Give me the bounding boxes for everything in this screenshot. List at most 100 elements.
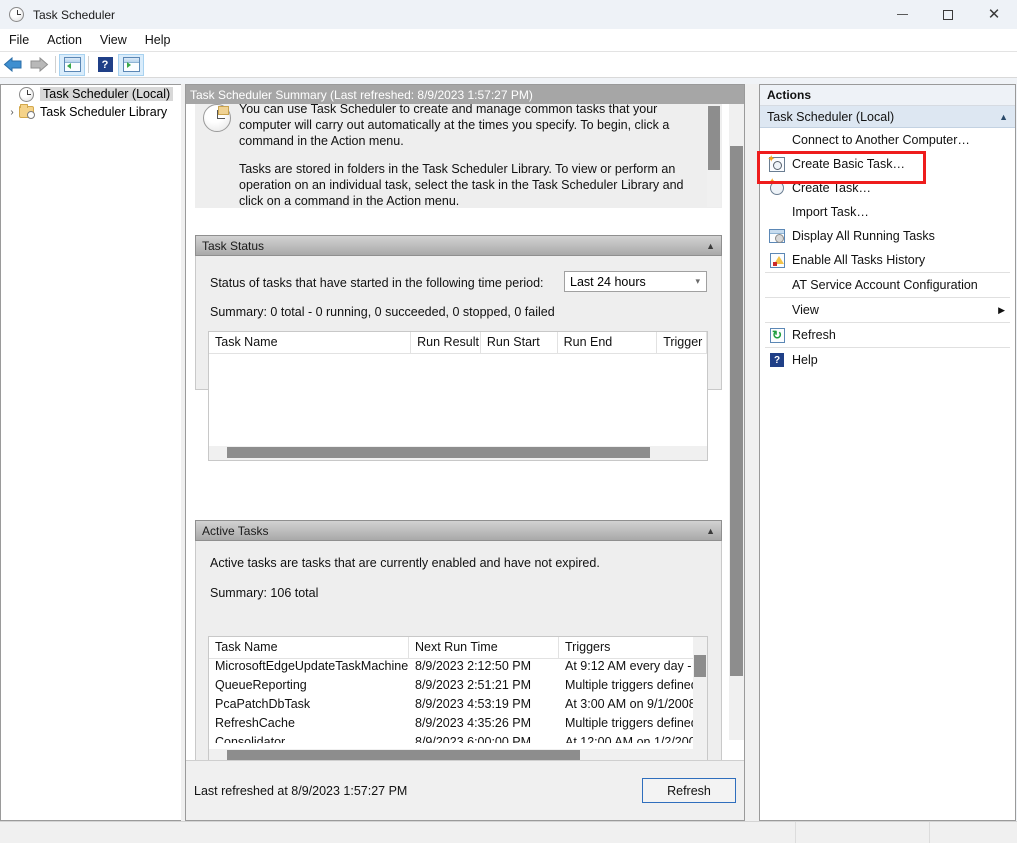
- active-tasks-title: Active Tasks: [202, 523, 269, 538]
- action-import-task[interactable]: Import Task…: [760, 200, 1015, 224]
- action-connect-to-another-computer[interactable]: Connect to Another Computer…: [760, 128, 1015, 152]
- clock-with-flag-icon: [195, 104, 239, 208]
- folder-clock-icon: [19, 104, 36, 119]
- action-label: Connect to Another Computer…: [792, 133, 970, 147]
- task-status-hscrollbar[interactable]: [209, 446, 707, 460]
- cell-triggers: Multiple triggers defined: [565, 678, 695, 692]
- active-tasks-listview[interactable]: Task Name Next Run Time Triggers Microso…: [208, 636, 708, 764]
- create-task-icon: ✦: [765, 178, 789, 195]
- title-bar: Task Scheduler ✕: [0, 0, 1017, 29]
- create-basic-task-icon: ✦: [765, 154, 789, 172]
- active-tasks-description: Active tasks are tasks that are currentl…: [210, 556, 600, 570]
- cell-task-name: MicrosoftEdgeUpdateTaskMachine…: [215, 659, 409, 673]
- task-status-listview[interactable]: Task Name Run Result Run Start Run End T…: [208, 331, 708, 461]
- refresh-button[interactable]: Refresh: [642, 778, 736, 803]
- show-hide-action-pane-icon[interactable]: [118, 53, 144, 76]
- action-label: AT Service Account Configuration: [792, 278, 978, 292]
- cell-next-run-time: 8/9/2023 4:35:26 PM: [415, 716, 532, 730]
- active-tasks-column-headers: Task Name Next Run Time Triggers: [209, 637, 707, 659]
- active-tasks-vscroll-thumb[interactable]: [694, 655, 706, 677]
- last-refreshed-label: Last refreshed at 8/9/2023 1:57:27 PM: [194, 783, 408, 798]
- column-run-end[interactable]: Run End: [558, 332, 658, 353]
- close-button[interactable]: ✕: [971, 0, 1017, 29]
- column-triggers[interactable]: Triggers: [559, 637, 695, 658]
- minimize-button[interactable]: [879, 0, 925, 29]
- actions-group-header[interactable]: Task Scheduler (Local) ▲: [760, 106, 1015, 128]
- task-status-summary: Summary: 0 total - 0 running, 0 succeede…: [210, 305, 555, 319]
- column-run-start[interactable]: Run Start: [481, 332, 558, 353]
- time-period-dropdown[interactable]: Last 24 hours ▾: [564, 271, 707, 292]
- table-row[interactable]: QueueReporting 8/9/2023 2:51:21 PM Multi…: [209, 678, 707, 697]
- back-arrow-icon[interactable]: [0, 54, 26, 76]
- action-view[interactable]: View ▶: [760, 298, 1015, 322]
- tree-item-task-scheduler-local[interactable]: Task Scheduler (Local): [1, 85, 181, 103]
- chevron-up-icon[interactable]: ▲: [999, 112, 1008, 122]
- action-label: View: [792, 303, 819, 317]
- status-cell-1: [0, 822, 796, 843]
- active-tasks-section-body: Active tasks are tasks that are currentl…: [195, 541, 722, 771]
- chevron-up-icon[interactable]: ▲: [706, 526, 715, 536]
- tree-expander-library[interactable]: ›: [5, 107, 19, 118]
- active-tasks-section-header[interactable]: Active Tasks ▲: [195, 520, 722, 541]
- cell-next-run-time: 8/9/2023 2:12:50 PM: [415, 659, 532, 673]
- action-refresh[interactable]: ↻ Refresh: [760, 323, 1015, 347]
- column-trigger[interactable]: Trigger: [657, 332, 707, 353]
- column-task-name[interactable]: Task Name: [209, 332, 412, 353]
- menu-view[interactable]: View: [91, 30, 136, 50]
- maximize-button[interactable]: [925, 0, 971, 29]
- action-at-service-account-configuration[interactable]: AT Service Account Configuration: [760, 273, 1015, 297]
- status-cell-2: [796, 822, 930, 843]
- cell-next-run-time: 8/9/2023 2:51:21 PM: [415, 678, 532, 692]
- task-scheduler-window: Task Scheduler ✕ File Action View Help ?…: [0, 0, 1017, 843]
- action-help[interactable]: ? Help: [760, 348, 1015, 372]
- submenu-arrow-icon[interactable]: ▶: [998, 305, 1005, 316]
- summary-pane-footer: Last refreshed at 8/9/2023 1:57:27 PM Re…: [186, 760, 744, 820]
- cell-triggers: At 9:12 AM every day - Af.: [565, 659, 695, 673]
- time-period-value: Last 24 hours: [570, 274, 646, 289]
- task-status-period-label: Status of tasks that have started in the…: [210, 276, 544, 290]
- action-create-task[interactable]: ✦ Create Task…: [760, 176, 1015, 200]
- show-hide-console-tree-icon[interactable]: [59, 53, 85, 76]
- toolbar: ?: [0, 52, 1017, 78]
- cell-triggers: At 12:00 AM on 1/2/2004: [565, 735, 695, 743]
- tree-item-label: Task Scheduler (Local): [40, 87, 174, 101]
- menu-action[interactable]: Action: [38, 30, 91, 50]
- splitter-right[interactable]: [745, 84, 759, 821]
- menu-file[interactable]: File: [0, 30, 38, 50]
- toolbar-separator-2: [88, 56, 89, 73]
- menu-help[interactable]: Help: [136, 30, 180, 50]
- action-label: Enable All Tasks History: [792, 253, 926, 267]
- action-label: Display All Running Tasks: [792, 229, 935, 243]
- task-status-section-header[interactable]: Task Status ▲: [195, 235, 722, 256]
- clock-icon: [9, 6, 25, 23]
- summary-vertical-scrollbar[interactable]: [707, 105, 721, 207]
- task-status-title: Task Status: [202, 238, 265, 253]
- action-enable-all-tasks-history[interactable]: Enable All Tasks History: [760, 248, 1015, 272]
- column-next-run-time[interactable]: Next Run Time: [409, 637, 559, 658]
- display-running-tasks-icon: [765, 229, 789, 243]
- active-tasks-vscrollbar[interactable]: [693, 637, 707, 751]
- tree-item-task-scheduler-library[interactable]: › Task Scheduler Library: [1, 103, 181, 121]
- summary-pane-vertical-scrollbar[interactable]: [729, 104, 744, 740]
- action-display-all-running-tasks[interactable]: Display All Running Tasks: [760, 224, 1015, 248]
- column-run-result[interactable]: Run Result: [411, 332, 481, 353]
- chevron-down-icon[interactable]: ▾: [695, 276, 700, 287]
- table-row[interactable]: PcaPatchDbTask 8/9/2023 4:53:19 PM At 3:…: [209, 697, 707, 716]
- chevron-up-icon[interactable]: ▲: [706, 241, 715, 251]
- cell-triggers: Multiple triggers defined: [565, 716, 695, 730]
- cell-next-run-time: 8/9/2023 6:00:00 PM: [415, 735, 532, 743]
- forward-arrow-icon[interactable]: [26, 54, 52, 76]
- task-status-hscroll-thumb[interactable]: [227, 447, 650, 458]
- column-task-name[interactable]: Task Name: [209, 637, 409, 658]
- menu-bar: File Action View Help: [0, 29, 1017, 52]
- help-icon[interactable]: ?: [92, 54, 118, 76]
- summary-scroll-thumb[interactable]: [708, 106, 720, 170]
- summary-pane-scroll-thumb[interactable]: [730, 146, 743, 676]
- action-create-basic-task[interactable]: ✦ Create Basic Task…: [760, 152, 1015, 176]
- table-row[interactable]: RefreshCache 8/9/2023 4:35:26 PM Multipl…: [209, 716, 707, 735]
- summary-pane-header: Task Scheduler Summary (Last refreshed: …: [186, 85, 744, 104]
- cell-task-name: PcaPatchDbTask: [215, 697, 311, 711]
- table-row[interactable]: MicrosoftEdgeUpdateTaskMachine… 8/9/2023…: [209, 659, 707, 678]
- welcome-summary-box: You can use Task Scheduler to create and…: [195, 104, 722, 208]
- table-row[interactable]: Consolidator 8/9/2023 6:00:00 PM At 12:0…: [209, 735, 707, 743]
